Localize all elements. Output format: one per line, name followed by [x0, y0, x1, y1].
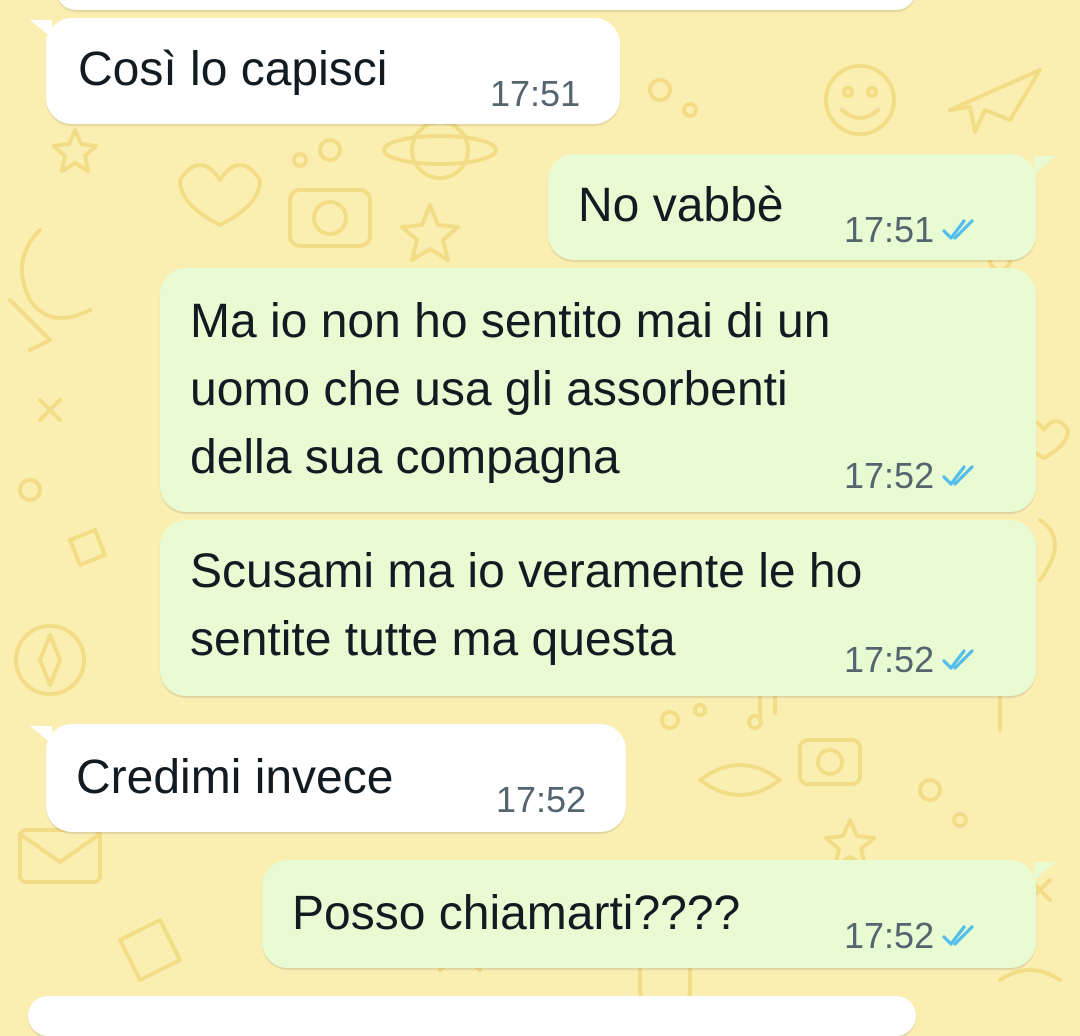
- outgoing-message[interactable]: Posso chiamarti???? 17:52: [262, 860, 1036, 968]
- message-time: 17:51: [490, 73, 581, 114]
- message-meta: 17:51: [490, 74, 580, 114]
- message-line: Ma io non ho sentito mai di un: [190, 295, 831, 348]
- message-time: 17:52: [496, 779, 587, 820]
- outgoing-message[interactable]: No vabbè 17:51: [548, 154, 1036, 260]
- message-time: 17:51: [844, 209, 935, 250]
- double-check-read-icon: [942, 649, 974, 670]
- message-text: No vabbè: [578, 179, 784, 232]
- message-line: sentite tutte ma questa: [190, 613, 676, 666]
- message-time: 17:52: [844, 455, 935, 496]
- outgoing-bubble-tail: [1034, 156, 1056, 174]
- message-line: uomo che usa gli assorbenti: [190, 363, 788, 416]
- message-meta: 17:52: [844, 916, 980, 956]
- partial-message-top[interactable]: [56, 0, 916, 10]
- message-text: Posso chiamarti????: [292, 887, 741, 940]
- message-line: Scusami ma io veramente le ho: [190, 545, 863, 598]
- message-time: 17:52: [844, 915, 935, 956]
- chat-history: Così lo capisci 17:51 No vabbè 17:51 Ma …: [0, 0, 1080, 1036]
- partial-message-bottom[interactable]: [28, 996, 916, 1036]
- double-check-read-icon: [942, 925, 974, 946]
- message-meta: 17:52: [844, 640, 980, 680]
- outgoing-bubble-tail: [1034, 862, 1056, 880]
- message-text: Così lo capisci: [78, 43, 388, 96]
- message-text: Credimi invece: [76, 751, 394, 804]
- incoming-message[interactable]: Credimi invece 17:52: [46, 724, 626, 832]
- outgoing-message[interactable]: Scusami ma io veramente le ho sentite tu…: [160, 520, 1036, 696]
- message-meta: 17:51: [844, 210, 980, 250]
- outgoing-message[interactable]: Ma io non ho sentito mai di un uomo che …: [160, 268, 1036, 512]
- double-check-read-icon: [942, 219, 974, 240]
- message-meta: 17:52: [496, 780, 586, 820]
- message-line: della sua compagna: [190, 431, 620, 484]
- message-meta: 17:52: [844, 456, 980, 496]
- double-check-read-icon: [942, 465, 974, 486]
- incoming-message[interactable]: Così lo capisci 17:51: [46, 18, 620, 124]
- message-time: 17:52: [844, 639, 935, 680]
